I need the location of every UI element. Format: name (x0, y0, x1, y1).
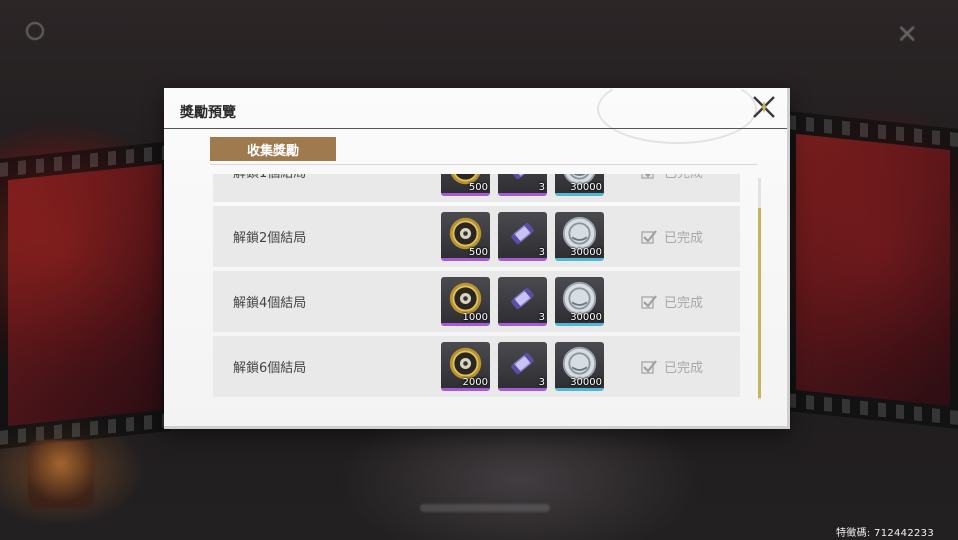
checkmark-icon (641, 229, 657, 244)
title-divider (164, 128, 787, 129)
reward-quantity: 3 (538, 377, 545, 388)
background-progress-bar (420, 504, 550, 512)
reward-quantity: 30000 (570, 377, 602, 388)
completion-status: 已完成 (640, 174, 703, 181)
tab-divider (210, 164, 757, 165)
reward-item[interactable]: 3 (498, 174, 547, 196)
reward-quantity: 1000 (462, 312, 488, 323)
reward-row: 解鎖2個結局 500 3 30000 已完成 (213, 206, 740, 267)
reward-item[interactable]: 30000 (555, 212, 604, 261)
scrollbar-thumb[interactable] (758, 208, 761, 398)
reward-item[interactable]: 30000 (555, 174, 604, 196)
reward-item[interactable]: 3 (498, 212, 547, 261)
completion-status: 已完成 (640, 357, 703, 376)
modal-title: 獎勵預覽 (180, 105, 236, 121)
background-back-button (26, 22, 44, 40)
reward-item[interactable]: 30000 (555, 277, 604, 326)
reward-quantity: 30000 (570, 247, 602, 258)
row-condition-label: 解鎖4個結局 (233, 296, 307, 311)
reward-preview-modal: 獎勵預覽 收集獎勵 解鎖1個結局500330000已完成解鎖2個結局500330… (164, 74, 790, 429)
reward-quantity: 3 (538, 247, 545, 258)
row-condition-label: 解鎖6個結局 (233, 361, 307, 376)
status-text: 已完成 (664, 361, 704, 376)
close-button[interactable] (751, 94, 777, 120)
reward-quantity: 500 (468, 247, 488, 258)
reward-row: 解鎖1個結局 500 3 30000 已完成 (213, 174, 740, 202)
reward-item[interactable]: 30000 (555, 342, 604, 391)
reward-row: 解鎖4個結局 1000 3 30000 已完成 (213, 271, 740, 332)
user-id-code: 特徵碼: 712442233 (835, 528, 934, 539)
reward-item[interactable]: 3 (498, 277, 547, 326)
back-icon (26, 22, 44, 40)
reward-quantity: 2000 (462, 377, 488, 388)
row-condition-label: 解鎖2個結局 (233, 231, 307, 246)
reward-item[interactable]: 500 (441, 174, 490, 196)
completion-status: 已完成 (640, 227, 703, 246)
reward-quantity: 30000 (570, 312, 602, 323)
reward-quantity: 500 (468, 182, 488, 193)
background-close-icon: ✕ (896, 20, 918, 50)
background-film-strip-left (0, 141, 170, 449)
reward-item[interactable]: 3 (498, 342, 547, 391)
close-icon (753, 96, 775, 118)
reward-quantity: 3 (538, 182, 545, 193)
checkmark-icon (641, 294, 657, 309)
background-avatar-badge (28, 440, 94, 508)
row-condition-label: 解鎖1個結局 (233, 174, 306, 181)
completion-status: 已完成 (640, 292, 703, 311)
background-film-strip-right (788, 111, 958, 429)
reward-row: 解鎖6個結局 2000 3 30000 已完成 (213, 336, 740, 397)
status-text: 已完成 (664, 231, 704, 246)
reward-item[interactable]: 1000 (441, 277, 490, 326)
reward-quantity: 30000 (570, 182, 602, 193)
modal-decoration (597, 74, 757, 144)
status-text: 已完成 (664, 296, 704, 311)
reward-list[interactable]: 解鎖1個結局500330000已完成解鎖2個結局500330000已完成解鎖4個… (213, 174, 740, 402)
status-text: 已完成 (664, 174, 703, 181)
reward-item[interactable]: 500 (441, 212, 490, 261)
tab-collection-rewards[interactable]: 收集獎勵 (210, 137, 336, 161)
checkmark-icon (641, 174, 654, 179)
reward-item[interactable]: 2000 (441, 342, 490, 391)
checkmark-icon (641, 359, 657, 374)
reward-quantity: 3 (538, 312, 545, 323)
